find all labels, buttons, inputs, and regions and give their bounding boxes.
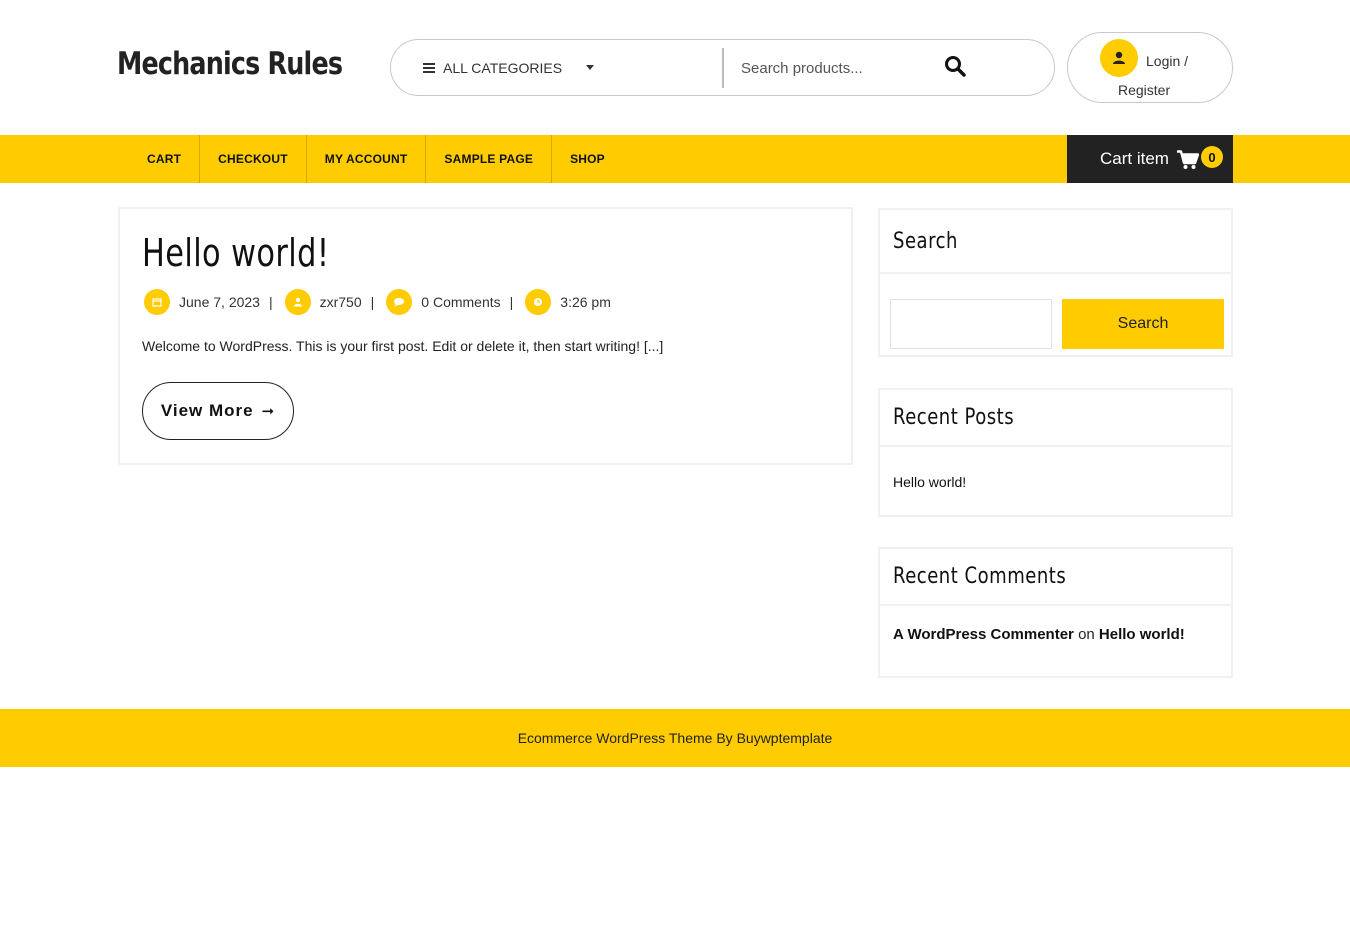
widget-header: Search [880, 210, 1231, 274]
login-link[interactable]: Login / [1118, 47, 1228, 76]
author-icon [284, 289, 311, 315]
cart-label: Cart item [1100, 149, 1169, 168]
nav-item-my-account[interactable]: MY ACCOUNT [305, 135, 426, 183]
chevron-down-icon [586, 65, 595, 70]
register-link[interactable]: Register [1118, 76, 1228, 105]
comments-icon [386, 289, 413, 315]
arrow-right-icon: ➞ [261, 403, 276, 420]
recent-comments-widget: Recent Comments A WordPress Commenter on… [878, 547, 1233, 678]
view-more-label: View More [160, 401, 254, 420]
post-date[interactable]: June 7, 2023 [179, 294, 260, 310]
search-button[interactable] [943, 54, 971, 82]
nav-item-shop[interactable]: SHOP [551, 135, 623, 183]
meta-separator: | [268, 294, 273, 310]
category-select-label: ALL CATEGORIES [443, 59, 563, 76]
widget-title: Recent Comments [893, 564, 1067, 589]
meta-separator: | [509, 294, 514, 310]
menu-bars-icon [423, 62, 435, 73]
search-input[interactable] [741, 52, 921, 84]
login-register-label: Login / Register [1118, 47, 1228, 105]
view-more-button[interactable]: View More ➞ [142, 382, 294, 440]
comment-author-link[interactable]: A WordPress Commenter [893, 626, 1074, 643]
calendar-icon [144, 289, 170, 315]
comment-on-text: on [1078, 626, 1095, 643]
footer-credit-link[interactable]: Ecommerce WordPress Theme By Buywptempla… [518, 730, 833, 746]
post-time: 3:26 pm [560, 294, 611, 310]
clock-icon [525, 289, 552, 315]
search-divider [722, 48, 724, 88]
widget-header: Recent Posts [880, 390, 1231, 447]
nav-item-sample-page[interactable]: SAMPLE PAGE [425, 135, 551, 183]
meta-separator: | [370, 294, 375, 310]
category-select[interactable]: ALL CATEGORIES [423, 40, 595, 95]
main-navigation: CART CHECKOUT MY ACCOUNT SAMPLE PAGE SHO… [0, 135, 1350, 183]
post-author[interactable]: zxr750 [320, 294, 362, 310]
cart-count-badge: 0 [1201, 146, 1223, 168]
cart-button[interactable]: Cart item 0 [1067, 135, 1233, 183]
recent-comment: A WordPress Commenter on Hello world! [893, 626, 1185, 643]
site-title[interactable]: Mechanics Rules [117, 46, 343, 82]
post-excerpt: Welcome to WordPress. This is your first… [142, 338, 664, 354]
site-footer: Ecommerce WordPress Theme By Buywptempla… [0, 709, 1350, 767]
sidebar-search-button[interactable]: Search [1062, 299, 1224, 349]
product-search-bar: ALL CATEGORIES [390, 39, 1055, 96]
widget-title: Search [893, 228, 958, 254]
login-register-button[interactable]: Login / Register [1067, 32, 1233, 103]
widget-title: Recent Posts [893, 405, 1015, 430]
nav-menu: CART CHECKOUT MY ACCOUNT SAMPLE PAGE SHO… [129, 135, 623, 183]
post-card: Hello world! June 7, 2023 | zxr750 | 0 C… [118, 207, 853, 465]
sidebar-search-input[interactable] [890, 299, 1052, 349]
post-meta: June 7, 2023 | zxr750 | 0 Comments | 3:2… [144, 288, 611, 316]
post-title[interactable]: Hello world! [142, 231, 329, 275]
recent-post-link[interactable]: Hello world! [893, 474, 966, 490]
nav-item-checkout[interactable]: CHECKOUT [199, 135, 306, 183]
comment-post-link[interactable]: Hello world! [1099, 626, 1185, 643]
nav-item-cart[interactable]: CART [129, 135, 199, 183]
search-icon [945, 56, 966, 77]
widget-header: Recent Comments [880, 549, 1231, 606]
search-widget: Search Search [878, 208, 1233, 357]
post-comments-count[interactable]: 0 Comments [421, 294, 500, 310]
recent-posts-widget: Recent Posts Hello world! [878, 388, 1233, 517]
site-header: Mechanics Rules ALL CATEGORIES Login / R… [0, 0, 1350, 134]
shopping-cart-icon [1176, 150, 1199, 169]
